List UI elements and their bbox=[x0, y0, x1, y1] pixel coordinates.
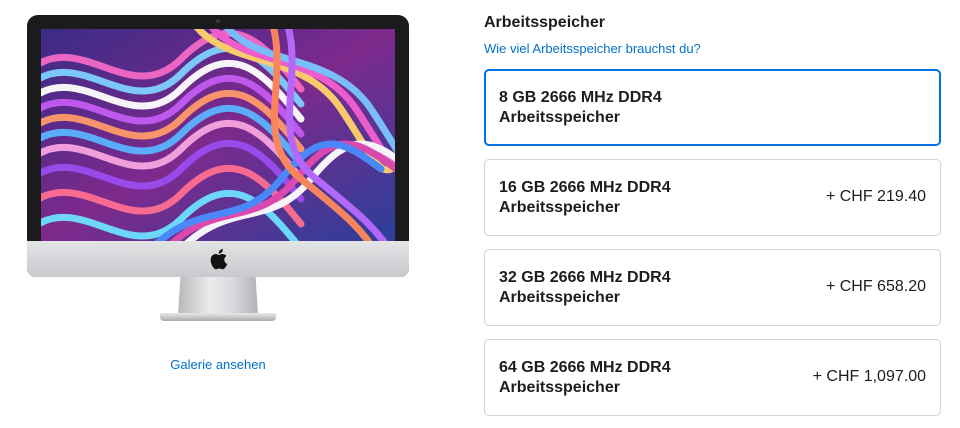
option-name: 16 GB 2666 MHz DDR4 bbox=[499, 179, 671, 196]
section-title: Arbeitsspeicher bbox=[484, 14, 605, 31]
option-price: + CHF 219.40 bbox=[825, 188, 926, 205]
option-label: 16 GB 2666 MHz DDR4 Arbeitsspeicher bbox=[499, 178, 671, 218]
option-name: 64 GB 2666 MHz DDR4 bbox=[499, 359, 671, 376]
apple-logo-icon bbox=[210, 249, 228, 270]
option-price: + CHF 658.20 bbox=[825, 278, 926, 295]
memory-option-8gb[interactable]: 8 GB 2666 MHz DDR4 Arbeitsspeicher bbox=[484, 69, 941, 146]
option-price: + CHF 1,097.00 bbox=[812, 368, 926, 385]
option-sub: Arbeitsspeicher bbox=[499, 289, 620, 306]
memory-option-16gb[interactable]: 16 GB 2666 MHz DDR4 Arbeitsspeicher + CH… bbox=[484, 159, 941, 236]
memory-option-64gb[interactable]: 64 GB 2666 MHz DDR4 Arbeitsspeicher + CH… bbox=[484, 339, 941, 416]
option-sub: Arbeitsspeicher bbox=[499, 379, 620, 396]
memory-help-link[interactable]: Wie viel Arbeitsspeicher brauchst du? bbox=[484, 41, 701, 56]
imac-stand-neck bbox=[178, 277, 258, 314]
option-label: 8 GB 2666 MHz DDR4 Arbeitsspeicher bbox=[499, 88, 662, 128]
imac-display bbox=[27, 15, 409, 277]
option-name: 8 GB 2666 MHz DDR4 bbox=[499, 89, 662, 106]
memory-options-list: 8 GB 2666 MHz DDR4 Arbeitsspeicher 16 GB… bbox=[484, 69, 941, 428]
memory-option-32gb[interactable]: 32 GB 2666 MHz DDR4 Arbeitsspeicher + CH… bbox=[484, 249, 941, 326]
imac-product-image bbox=[27, 15, 409, 325]
option-name: 32 GB 2666 MHz DDR4 bbox=[499, 269, 671, 286]
product-gallery: Galerie ansehen bbox=[0, 0, 440, 428]
gallery-link[interactable]: Galerie ansehen bbox=[0, 357, 436, 372]
camera-dot bbox=[216, 19, 220, 23]
imac-stand-foot bbox=[160, 313, 276, 321]
option-sub: Arbeitsspeicher bbox=[499, 199, 620, 216]
option-sub: Arbeitsspeicher bbox=[499, 109, 620, 126]
option-label: 64 GB 2666 MHz DDR4 Arbeitsspeicher bbox=[499, 358, 671, 398]
option-label: 32 GB 2666 MHz DDR4 Arbeitsspeicher bbox=[499, 268, 671, 308]
wallpaper-image bbox=[41, 29, 395, 241]
